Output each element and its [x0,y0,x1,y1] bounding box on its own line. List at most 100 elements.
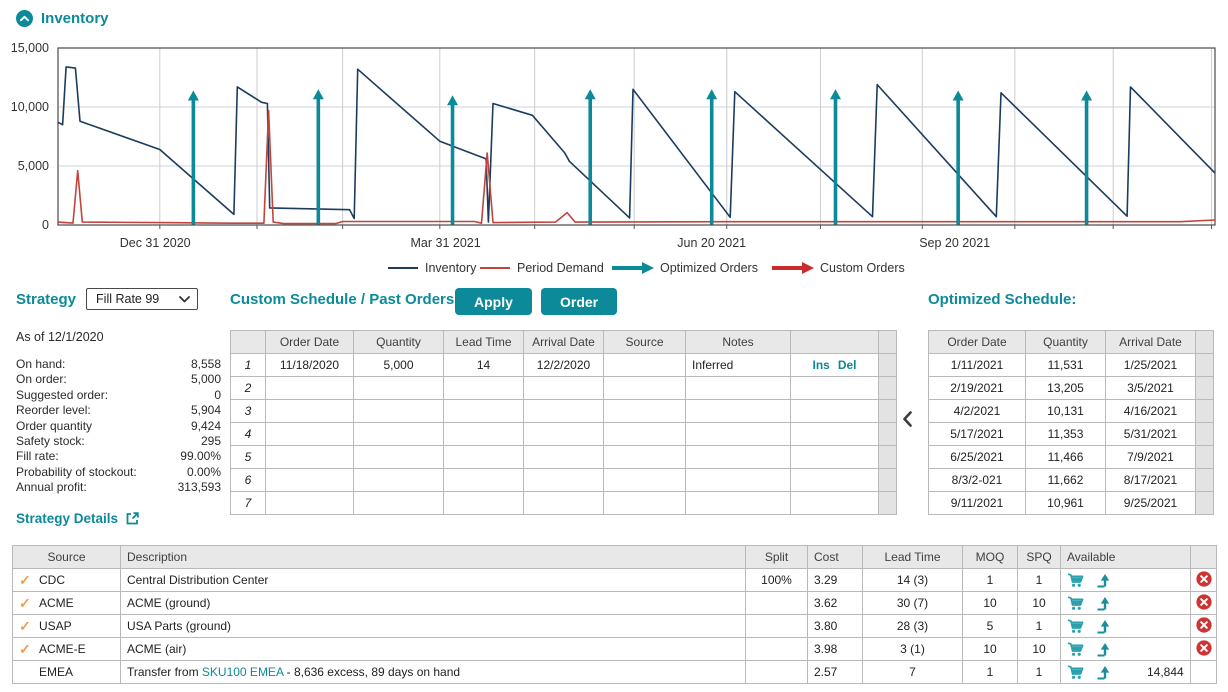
ship-upload-icon[interactable] [1096,619,1111,634]
notes-cell[interactable] [686,446,791,469]
notes-cell[interactable]: Inferred [686,354,791,377]
order-date-cell[interactable] [266,423,354,446]
arrival-date-cell[interactable] [524,400,604,423]
optimized-orders-arrow[interactable] [447,95,458,224]
collapse-section-icon[interactable] [16,10,33,27]
arrival-date-cell[interactable] [524,446,604,469]
custom-schedule-row: 5 [231,446,897,469]
custom-scrollbar-track[interactable] [879,400,897,423]
notes-cell[interactable] [686,423,791,446]
order-button[interactable]: Order [541,288,617,315]
strategy-details-link[interactable]: Strategy Details [16,511,221,526]
optimized-orders-arrow[interactable] [188,90,199,224]
quantity-cell[interactable] [354,400,444,423]
optimized-scrollbar-track[interactable] [1196,446,1214,469]
custom-scrollbar-track[interactable] [879,492,897,515]
quantity-cell[interactable] [354,377,444,400]
lead-time-cell[interactable] [444,423,524,446]
strategy-dropdown[interactable]: Fill Rate 99 [86,288,198,310]
optimized-orders-arrow[interactable] [313,89,324,224]
quantity-cell[interactable] [354,446,444,469]
source-cell[interactable] [604,400,686,423]
optimized-orders-arrow[interactable] [585,89,596,224]
arrival-date-cell[interactable] [524,423,604,446]
source-cell[interactable] [604,446,686,469]
quantity-cell[interactable] [354,492,444,515]
order-date-cell[interactable] [266,400,354,423]
description-cell: ACME (ground) [121,592,746,615]
row-actions-cell [791,400,879,423]
remove-source-icon[interactable] [1196,571,1212,587]
ship-upload-icon[interactable] [1096,596,1111,611]
source-cell[interactable] [604,423,686,446]
custom-scrollbar-track[interactable] [879,377,897,400]
lead-time-cell[interactable] [444,400,524,423]
custom-schedule-table-header: Order DateQuantityLead TimeArrival DateS… [231,331,897,354]
order-date-cell[interactable] [266,469,354,492]
optimized-orders-arrow[interactable] [706,89,717,224]
available-quantity: 14,844 [1147,665,1184,679]
sku-link[interactable]: SKU100 EMEA [202,665,283,679]
arrival-date-cell[interactable] [524,469,604,492]
quantity-cell[interactable] [354,423,444,446]
custom-scrollbar-track[interactable] [879,354,897,377]
lead-time-cell[interactable] [444,492,524,515]
notes-cell[interactable] [686,377,791,400]
remove-source-icon[interactable] [1196,640,1212,656]
spq-cell: 10 [1018,592,1061,615]
lead-time-cell[interactable] [444,446,524,469]
remove-source-icon[interactable] [1196,594,1212,610]
optimized-orders-arrow[interactable] [1081,90,1092,224]
arrival-date-cell[interactable] [524,492,604,515]
source-cell[interactable] [604,492,686,515]
cart-icon[interactable] [1067,619,1084,634]
source-cell[interactable] [604,469,686,492]
custom-scrollbar-track[interactable] [879,469,897,492]
optimized-scrollbar-track[interactable] [1196,469,1214,492]
order-date-cell[interactable] [266,446,354,469]
notes-cell[interactable] [686,400,791,423]
cart-icon[interactable] [1067,665,1084,680]
order-date-cell[interactable] [266,377,354,400]
arrival-date-cell[interactable]: 12/2/2020 [524,354,604,377]
source-name-cell: ✓USAP [13,615,121,638]
order-date-cell[interactable]: 11/18/2020 [266,354,354,377]
del-row-link[interactable]: Del [838,358,857,372]
notes-cell[interactable] [686,469,791,492]
source-cell[interactable] [604,377,686,400]
optimized-scrollbar-track[interactable] [1196,377,1214,400]
cart-icon[interactable] [1067,596,1084,611]
lead-time-cell[interactable] [444,377,524,400]
order-date-cell[interactable] [266,492,354,515]
apply-button[interactable]: Apply [455,288,532,315]
quantity-cell[interactable]: 5,000 [354,354,444,377]
arrival-date-cell[interactable] [524,377,604,400]
ship-upload-icon[interactable] [1096,642,1111,657]
custom-scrollbar-track[interactable] [879,423,897,446]
cart-icon[interactable] [1067,573,1084,588]
lead-time-cell[interactable] [444,469,524,492]
quantity-cell[interactable] [354,469,444,492]
ins-row-link[interactable]: Ins [812,358,829,372]
custom-schedule-row: 6 [231,469,897,492]
sources-col-header: Cost [808,546,863,569]
remove-source-icon[interactable] [1196,617,1212,633]
optimized-scrollbar-track[interactable] [1196,354,1214,377]
row-actions-cell [791,377,879,400]
optimized-schedule-table-header: Order DateQuantityArrival Date [929,331,1214,354]
ship-upload-icon[interactable] [1096,573,1111,588]
custom-schedule-row: 3 [231,400,897,423]
optimized-orders-arrow[interactable] [953,90,964,224]
optimized-scrollbar-track[interactable] [1196,400,1214,423]
lead-time-cell[interactable]: 14 [444,354,524,377]
optimized-scrollbar-track[interactable] [1196,423,1214,446]
external-link-icon [125,511,140,526]
collapse-optimized-panel-chevron[interactable] [903,411,912,430]
notes-cell[interactable] [686,492,791,515]
source-cell[interactable] [604,354,686,377]
optimized-orders-arrow[interactable] [830,89,841,224]
optimized-scrollbar-track[interactable] [1196,492,1214,515]
cart-icon[interactable] [1067,642,1084,657]
custom-scrollbar-track[interactable] [879,446,897,469]
ship-upload-icon[interactable] [1096,665,1111,680]
